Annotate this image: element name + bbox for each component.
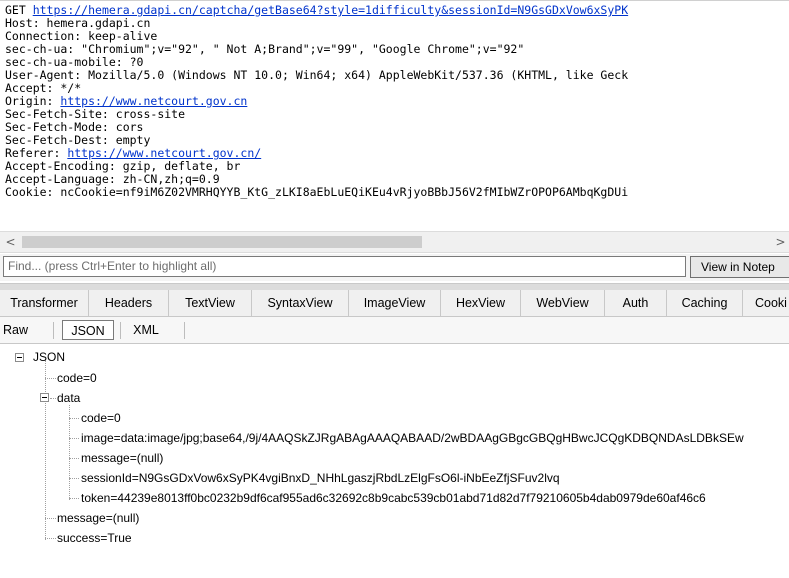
tab-headers[interactable]: Headers xyxy=(89,290,169,316)
subtab-json[interactable]: JSON xyxy=(62,320,114,340)
tree-connector xyxy=(45,518,56,519)
collapse-icon[interactable] xyxy=(15,353,24,362)
request-url-link[interactable]: https://hemera.gdapi.cn/captcha/getBase6… xyxy=(33,3,628,17)
tab-hexview[interactable]: HexView xyxy=(441,290,521,316)
request-method: GET xyxy=(5,3,33,17)
sub-tabs: Raw JSON XML xyxy=(0,317,789,344)
tab-transformer[interactable]: Transformer xyxy=(0,290,89,316)
tab-auth[interactable]: Auth xyxy=(605,290,667,316)
header-line: User-Agent: Mozilla/5.0 (Windows NT 10.0… xyxy=(5,68,629,82)
tree-node-data-sessionid[interactable]: sessionId=N9GsGDxVow6xSyPK4vgiBnxD_NHhLg… xyxy=(81,471,560,485)
horizontal-scrollbar[interactable]: < > xyxy=(0,231,789,253)
header-line: Cookie: ncCookie=nf9iM6Z02VMRHQYYB_KtG_z… xyxy=(5,185,629,199)
tree-node-root[interactable]: JSON xyxy=(33,350,65,364)
subtab-raw[interactable]: Raw xyxy=(3,320,37,340)
tree-node-data[interactable]: data xyxy=(57,391,80,405)
response-tabs: Transformer Headers TextView SyntaxView … xyxy=(0,290,789,317)
scrollbar-thumb[interactable] xyxy=(22,236,422,248)
tree-connector xyxy=(69,498,79,499)
tab-imageview[interactable]: ImageView xyxy=(349,290,441,316)
tree-node-data-message[interactable]: message=(null) xyxy=(81,451,163,465)
header-key: Referer: xyxy=(5,146,68,160)
tree-connector xyxy=(69,405,70,500)
tree-connector xyxy=(50,398,56,399)
tree-connector xyxy=(69,458,79,459)
tree-connector xyxy=(69,418,79,419)
tab-textview[interactable]: TextView xyxy=(169,290,252,316)
referer-link[interactable]: https://www.netcourt.gov.cn/ xyxy=(67,146,261,160)
tree-node-data-image[interactable]: image=data:image/jpg;base64,/9j/4AAQSkZJ… xyxy=(81,431,744,445)
tree-node-data-token[interactable]: token=44239e8013ff0bc0232b9df6caf955ad6c… xyxy=(81,491,706,505)
tree-connector xyxy=(45,360,46,540)
scroll-left-arrow-icon[interactable]: < xyxy=(2,232,19,252)
tab-cookies[interactable]: Cooki xyxy=(743,290,789,316)
tree-connector xyxy=(45,378,56,379)
tree-node-success[interactable]: success=True xyxy=(57,531,132,545)
tree-connector xyxy=(45,538,56,539)
pane-splitter[interactable] xyxy=(0,283,789,290)
view-in-notepad-button[interactable]: View in Notep xyxy=(690,256,789,278)
header-key: Origin: xyxy=(5,94,61,108)
subtab-separator xyxy=(184,322,185,339)
tree-node-message[interactable]: message=(null) xyxy=(57,511,139,525)
raw-request-pane[interactable]: GET https://hemera.gdapi.cn/captcha/getB… xyxy=(0,0,789,231)
scroll-right-arrow-icon[interactable]: > xyxy=(772,232,789,252)
find-input[interactable]: Find... (press Ctrl+Enter to highlight a… xyxy=(3,256,686,277)
tree-connector xyxy=(69,478,79,479)
tree-node-code[interactable]: code=0 xyxy=(57,371,97,385)
tab-webview[interactable]: WebView xyxy=(521,290,605,316)
find-bar: Find... (press Ctrl+Enter to highlight a… xyxy=(0,254,789,281)
subtab-separator xyxy=(53,322,54,339)
tree-node-data-code[interactable]: code=0 xyxy=(81,411,121,425)
origin-link[interactable]: https://www.netcourt.gov.cn xyxy=(60,94,247,108)
subtab-xml[interactable]: XML xyxy=(126,320,166,340)
json-tree[interactable]: JSON code=0 data code=0 image=data:image… xyxy=(0,344,789,578)
tab-caching[interactable]: Caching xyxy=(667,290,743,316)
tab-syntaxview[interactable]: SyntaxView xyxy=(252,290,349,316)
tree-connector xyxy=(69,438,79,439)
collapse-icon[interactable] xyxy=(40,393,49,402)
subtab-separator xyxy=(120,322,121,339)
